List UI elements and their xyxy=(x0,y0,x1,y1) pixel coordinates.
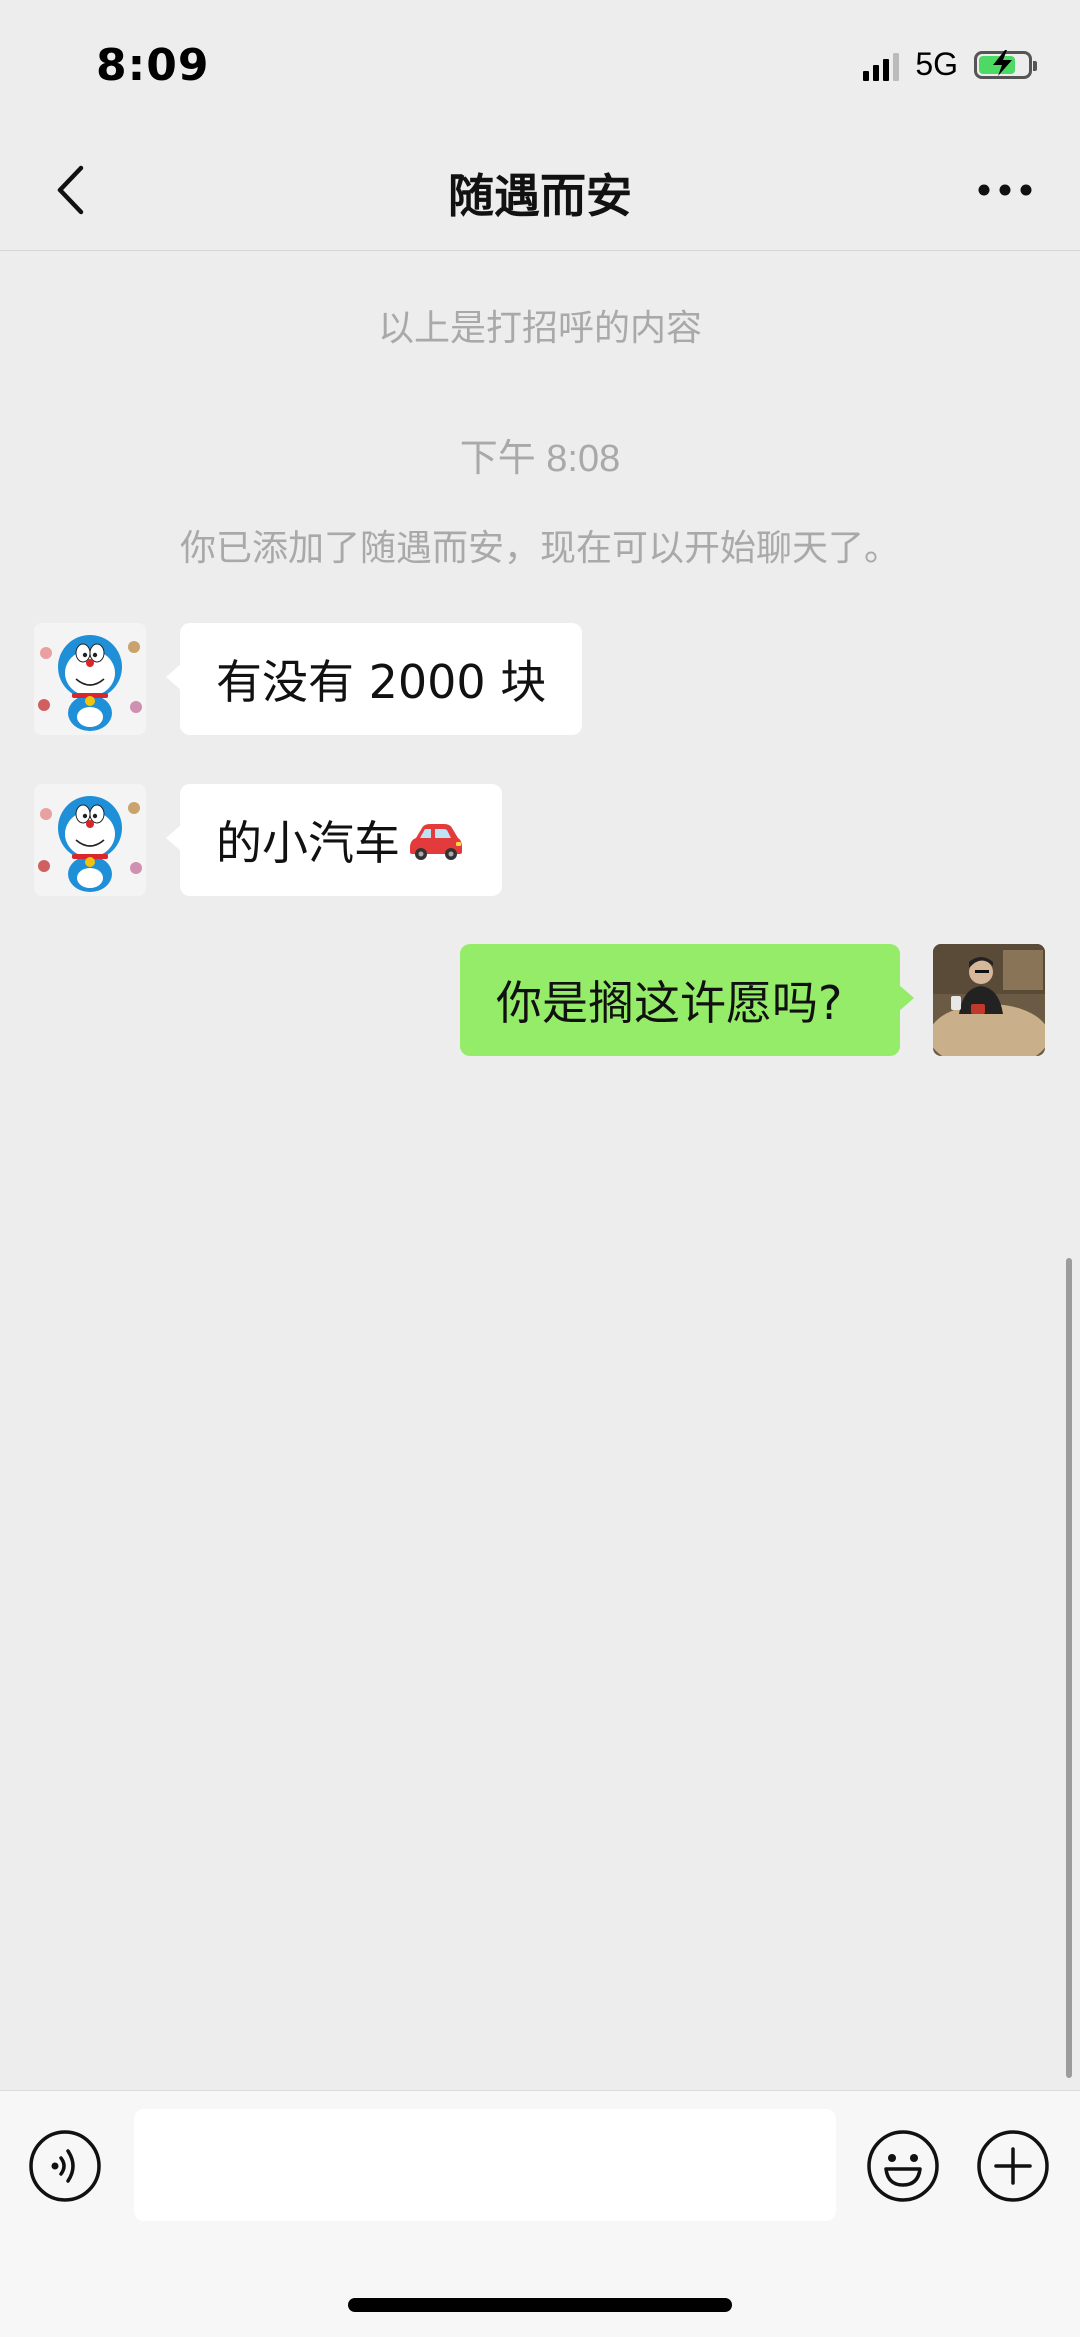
voice-icon xyxy=(29,2130,101,2202)
status-bar: 8:09 5G xyxy=(0,0,1080,130)
emoji-button[interactable] xyxy=(866,2129,940,2203)
doraemon-avatar-image xyxy=(34,784,146,896)
message-text: 的小汽车 xyxy=(216,816,400,870)
emoji-face-icon xyxy=(867,2130,939,2202)
chat-screen: 8:09 5G 随遇而安 以上是打招呼的内容 下午 8:08 你已添加了随遇而安… xyxy=(0,0,1080,2337)
charging-bolt-icon xyxy=(993,49,1012,76)
voice-button[interactable] xyxy=(28,2129,102,2203)
doraemon-avatar-image xyxy=(34,623,146,735)
more-functions-button[interactable] xyxy=(976,2129,1050,2203)
message-text: 有没有 2000 块 xyxy=(216,655,547,709)
chat-scrollbar[interactable] xyxy=(1066,1258,1072,2078)
signal-icon xyxy=(863,49,900,81)
more-button[interactable] xyxy=(970,160,1040,220)
system-added-notice: 你已添加了随遇而安，现在可以开始聊天了。 xyxy=(179,528,900,569)
status-indicators: 5G xyxy=(863,46,1037,83)
outgoing-message-bubble[interactable]: 你是搁这许愿吗? xyxy=(460,944,914,1056)
nav-bar: 随遇而安 xyxy=(0,130,1080,251)
message-timestamp: 下午 8:08 xyxy=(459,438,621,480)
incoming-message-bubble[interactable]: 的小汽车 xyxy=(166,784,502,896)
network-type: 5G xyxy=(915,46,958,82)
message-text: 你是搁这许愿吗? xyxy=(496,976,843,1030)
battery-icon xyxy=(974,49,1037,79)
my-avatar[interactable] xyxy=(933,944,1045,1056)
car-emoji-icon xyxy=(410,824,462,860)
incoming-message-bubble[interactable]: 有没有 2000 块 xyxy=(165,623,583,735)
more-dots-icon xyxy=(978,184,1032,196)
contact-avatar[interactable] xyxy=(34,623,146,735)
contact-avatar[interactable] xyxy=(34,784,146,896)
user-photo-avatar-image xyxy=(933,944,1045,1056)
status-time: 8:09 xyxy=(96,40,210,91)
system-greeting-notice: 以上是打招呼的内容 xyxy=(377,308,702,349)
chat-title: 随遇而安 xyxy=(448,169,632,223)
chat-message-list[interactable]: 以上是打招呼的内容 下午 8:08 你已添加了随遇而安，现在可以开始聊天了。 有… xyxy=(0,251,1080,2091)
plus-icon xyxy=(977,2130,1049,2202)
home-indicator[interactable] xyxy=(348,2298,732,2312)
message-input[interactable] xyxy=(134,2109,836,2221)
